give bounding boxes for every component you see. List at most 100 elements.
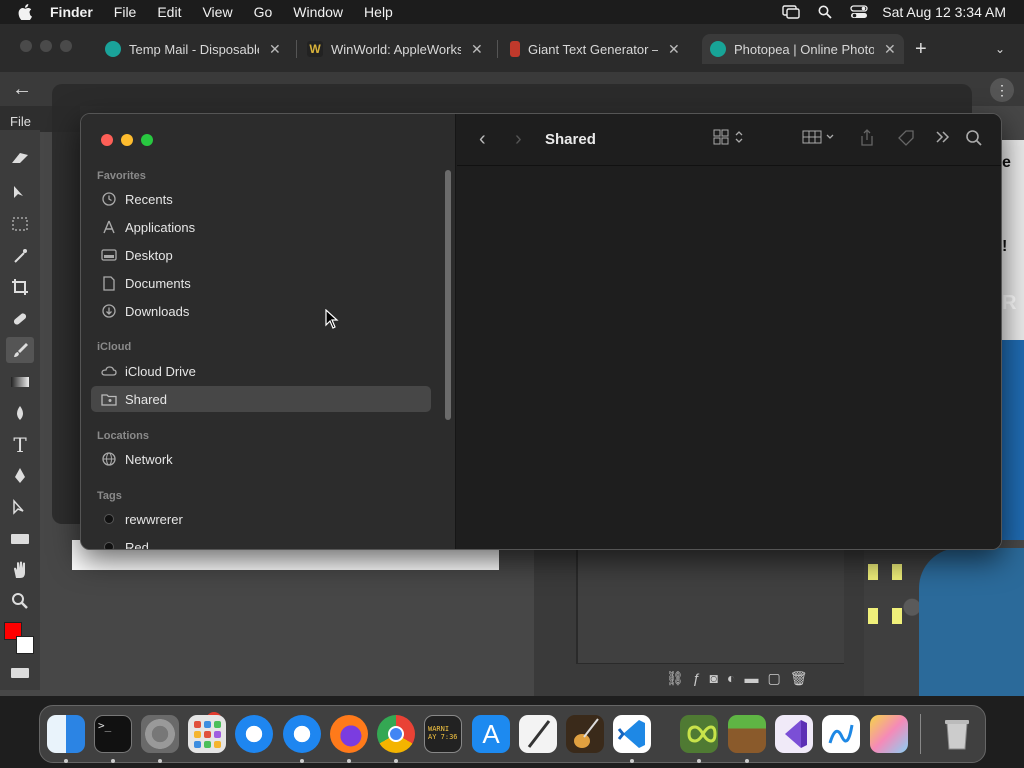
adjustment-layer-icon[interactable]: ◐: [727, 670, 735, 687]
dock-safari-icon[interactable]: [235, 715, 273, 753]
background-color-swatch[interactable]: [16, 636, 34, 654]
browser-minimize-button[interactable]: [40, 40, 52, 52]
menu-file[interactable]: File: [114, 4, 137, 20]
browser-tab[interactable]: Giant Text Generator — ✕: [510, 34, 680, 64]
dock-minecraft-icon[interactable]: [728, 715, 766, 753]
zoom-tool-icon[interactable]: [6, 588, 34, 614]
tag-icon[interactable]: [897, 129, 915, 150]
browser-tab[interactable]: Temp Mail - Disposable ✕: [105, 34, 281, 64]
finder-content: ‹ › Shared: [457, 114, 1001, 549]
type-tool-icon[interactable]: T: [6, 432, 34, 458]
dock-freeform-icon[interactable]: [822, 715, 860, 753]
tab-search-chevron-icon[interactable]: ⌄: [995, 42, 1005, 56]
dock-safari-technology-preview-icon[interactable]: [283, 715, 321, 753]
sidebar-item-label: Recents: [125, 191, 173, 207]
back-arrow-icon[interactable]: ←: [12, 78, 32, 101]
dock-firefox-icon[interactable]: [330, 715, 368, 753]
browser-zoom-button[interactable]: [60, 40, 72, 52]
spotlight-search-icon[interactable]: [818, 5, 832, 19]
view-grid-icon[interactable]: [713, 129, 747, 148]
screen-mirroring-icon[interactable]: [782, 5, 800, 19]
dock-pages-icon[interactable]: [870, 715, 908, 753]
marquee-tool-icon[interactable]: [6, 211, 34, 237]
keyboard-icon[interactable]: [6, 660, 34, 686]
browser-tab-active[interactable]: Photopea | Online Photo ✕: [702, 34, 904, 64]
dock-launchpad-icon[interactable]: [188, 715, 226, 753]
close-tab-icon[interactable]: ✕: [884, 41, 896, 58]
new-group-folder-icon[interactable]: ▬: [745, 670, 759, 687]
back-chevron-icon[interactable]: ‹: [479, 128, 486, 151]
browser-close-button[interactable]: [20, 40, 32, 52]
dock-trash-icon[interactable]: [938, 715, 976, 753]
dock-textedit-icon[interactable]: [519, 715, 557, 753]
brush-tool-icon[interactable]: [6, 337, 34, 363]
menu-go[interactable]: Go: [254, 4, 273, 20]
dock-system-settings-icon[interactable]: [141, 715, 179, 753]
sidebar-item-network[interactable]: Network: [91, 446, 431, 472]
search-icon[interactable]: [965, 129, 983, 150]
sidebar-item-shared[interactable]: Shared: [91, 386, 431, 412]
sidebar-section-locations: Locations: [97, 430, 149, 442]
apple-menu-icon[interactable]: [18, 4, 32, 20]
dock-console-icon[interactable]: WARNI AY 7:36: [424, 715, 462, 753]
dock-app-store-icon[interactable]: A: [472, 715, 510, 753]
layer-effects-icon[interactable]: ƒ: [693, 670, 701, 687]
tab-divider: [296, 40, 297, 58]
dock-terminal-icon[interactable]: >_: [94, 715, 132, 753]
building-window: [892, 608, 902, 624]
dock-garageband-icon[interactable]: [566, 715, 604, 753]
sidebar-scrollbar[interactable]: [445, 170, 451, 420]
new-layer-icon[interactable]: ▢: [768, 670, 781, 687]
control-center-icon[interactable]: [850, 5, 868, 19]
menu-edit[interactable]: Edit: [157, 4, 181, 20]
healing-tool-icon[interactable]: [6, 306, 34, 332]
sidebar-item-applications[interactable]: Applications: [91, 214, 431, 240]
pen-tool-icon[interactable]: [6, 144, 34, 170]
menubar-clock[interactable]: Sat Aug 12 3:34 AM: [882, 4, 1006, 20]
dock-visual-studio-icon[interactable]: [775, 715, 813, 753]
clock-icon: [101, 191, 117, 207]
group-by-icon[interactable]: [802, 129, 838, 148]
menu-help[interactable]: Help: [364, 4, 393, 20]
dock-finder-icon[interactable]: [47, 715, 85, 753]
dock-mod-launcher-icon[interactable]: [680, 715, 718, 753]
close-tab-icon[interactable]: ✕: [471, 41, 483, 58]
sidebar-item-label: Downloads: [125, 303, 190, 319]
sidebar-item-tag-red[interactable]: Red: [91, 534, 431, 549]
menu-window[interactable]: Window: [293, 4, 343, 20]
new-tab-button[interactable]: +: [915, 38, 927, 61]
pen-path-tool-icon[interactable]: [6, 463, 34, 489]
blur-tool-icon[interactable]: [6, 400, 34, 426]
browser-menu-kebab-icon[interactable]: ⋮: [990, 78, 1014, 102]
menu-view[interactable]: View: [202, 4, 232, 20]
crop-tool-icon[interactable]: [6, 274, 34, 300]
photopea-menu-file[interactable]: File: [10, 114, 31, 129]
minimize-window-button[interactable]: [121, 134, 133, 146]
more-toolbar-chevrons-icon[interactable]: [935, 129, 951, 148]
sidebar-item-recents[interactable]: Recents: [91, 186, 431, 212]
magic-wand-tool-icon[interactable]: [6, 243, 34, 269]
link-layers-icon[interactable]: ⛓: [666, 670, 684, 687]
sidebar-item-documents[interactable]: Documents: [91, 270, 431, 296]
move-tool-icon[interactable]: [6, 180, 34, 206]
menu-app-finder[interactable]: Finder: [50, 4, 93, 20]
sidebar-item-icloud-drive[interactable]: iCloud Drive: [91, 358, 431, 384]
path-select-tool-icon[interactable]: [6, 495, 34, 521]
close-tab-icon[interactable]: ✕: [668, 41, 680, 58]
rectangle-tool-icon[interactable]: [6, 526, 34, 552]
browser-tab[interactable]: W WinWorld: AppleWorks 6 ✕: [307, 34, 483, 64]
dock-vscode-icon[interactable]: [613, 715, 651, 753]
sidebar-item-downloads[interactable]: Downloads: [91, 298, 431, 324]
zoom-window-button[interactable]: [141, 134, 153, 146]
sidebar-item-desktop[interactable]: Desktop: [91, 242, 431, 268]
share-icon[interactable]: [859, 129, 875, 150]
delete-layer-icon[interactable]: 🗑: [790, 670, 808, 687]
forward-chevron-icon[interactable]: ›: [515, 128, 522, 151]
dock-chrome-icon[interactable]: [377, 715, 415, 753]
close-tab-icon[interactable]: ✕: [269, 41, 281, 58]
close-window-button[interactable]: [101, 134, 113, 146]
sidebar-item-tag-rewwrerer[interactable]: rewwrerer: [91, 506, 431, 532]
gradient-tool-icon[interactable]: [6, 369, 34, 395]
hand-tool-icon[interactable]: [6, 557, 34, 583]
layer-mask-icon[interactable]: ◙: [710, 670, 718, 687]
